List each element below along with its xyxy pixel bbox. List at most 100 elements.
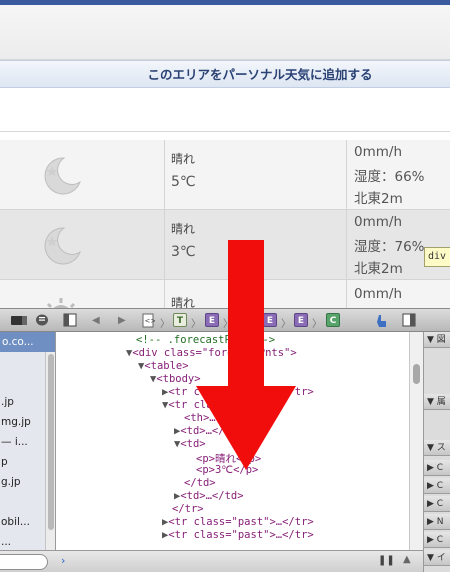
dom-node-text: </tr>	[172, 503, 204, 515]
dom-node[interactable]: ▼<tr class="past">	[162, 399, 276, 411]
add-personal-weather-button[interactable]: このエリアをパーソナル天気に追加する	[0, 60, 450, 88]
wind: 北東2m	[354, 261, 403, 277]
rainfall: 0mm/h	[354, 286, 402, 302]
styles-section-header[interactable]: ▼ 属	[424, 394, 450, 410]
dom-node[interactable]: ▶<tr class="past">…</tr>	[162, 386, 314, 398]
scroll-up-icon[interactable]: ▲	[403, 554, 411, 565]
resource-item[interactable]: obil...	[0, 516, 45, 528]
styles-section-header[interactable]: ▼ 図	[424, 332, 450, 348]
breadcrumb-separator: 〉	[160, 319, 170, 330]
forecast-weather-cell: 晴れ	[164, 280, 346, 310]
dom-node-text: <th>…</th>	[184, 412, 248, 424]
resource-item-selected[interactable]: o.co...	[0, 332, 55, 352]
pause-icon[interactable]: ❚❚	[378, 555, 395, 566]
forecast-icon-cell	[0, 210, 164, 279]
breadcrumb-element-3[interactable]: E	[294, 313, 308, 327]
dom-node[interactable]: ▼<table>	[138, 360, 189, 372]
forecast-weather-cell: 晴れ 3℃	[164, 210, 346, 279]
page: { "add_area_banner": "このエリアをパーソナル天気に追加する…	[0, 0, 450, 572]
back-arrow-icon[interactable]: ◀	[92, 315, 100, 326]
forecast-row: 晴れ 0mm/h	[0, 280, 450, 327]
styles-section-header[interactable]: ▼ イ	[424, 550, 450, 566]
dom-node-text: <p>3℃</p>	[196, 464, 259, 476]
svg-text:<>: <>	[145, 317, 156, 325]
dom-node[interactable]: ▶<td>…</td>	[174, 425, 244, 437]
weather-label: 晴れ	[171, 152, 196, 166]
rainfall: 0mm/h	[354, 144, 402, 160]
console-bar: › ❚❚ ▲	[0, 550, 423, 572]
resource-sidebar: o.co... .jp mg.jp — i... p g.jp obil......	[0, 332, 56, 550]
console-prompt[interactable]: ›	[61, 554, 65, 567]
dock-icon[interactable]	[10, 313, 28, 328]
dom-node[interactable]: ▼<tbody>	[150, 373, 201, 385]
temperature: 3℃	[171, 244, 196, 260]
breadcrumb-text-node[interactable]: C	[326, 313, 340, 327]
forecast-detail-cell: 0mm/h 湿度：76% 北東2m	[346, 210, 450, 279]
document-icon[interactable]: <>	[141, 313, 155, 328]
dom-node-text: <td>…</td>	[180, 490, 244, 502]
dom-node[interactable]: ▶<tr class="past">…</tr>	[162, 516, 314, 528]
resource-item[interactable]: mg.jp	[0, 416, 45, 428]
resource-item[interactable]: .jp	[0, 396, 45, 408]
breadcrumb-element-1[interactable]: E	[205, 313, 219, 327]
inspect-pointer-icon[interactable]	[374, 313, 390, 328]
styles-section-header[interactable]: ▶ N	[424, 514, 450, 530]
spacer	[0, 88, 450, 132]
dom-node-text: <tr class="past">	[168, 399, 276, 411]
sidebar-scrollbar[interactable]	[45, 352, 55, 550]
breadcrumb-element-2[interactable]: E	[263, 313, 277, 327]
dom-node-text: <!-- .forecastPnts -->	[136, 334, 276, 346]
humidity: 湿度：76%	[354, 239, 425, 255]
resource-item[interactable]: g.jp	[0, 476, 45, 488]
dom-node[interactable]: ▶<td>…</td>	[174, 490, 244, 502]
forecast-row: 晴れ 3℃ 0mm/h 湿度：76% 北東2m	[0, 210, 450, 280]
dom-node-text: <tr class="past">…</tr>	[168, 386, 314, 398]
scrollbar-thumb[interactable]	[48, 354, 54, 530]
dom-node-text: <tr class="past">…</tr>	[168, 529, 314, 541]
forecast-icon-cell	[0, 140, 164, 209]
scrollbar-thumb[interactable]	[413, 364, 420, 384]
inspector-toolbar: ◀ ▶ <> 〉 T 〉 E 〉 E 〉 E 〉 C	[0, 308, 450, 332]
dom-tree-panel: <!-- .forecastPnts --> ▼<div class="forec…	[56, 332, 409, 550]
dom-node[interactable]: <th>…</th>	[184, 412, 247, 424]
dom-node[interactable]: ▼<td>	[174, 438, 206, 450]
sidebar-toggle-icon[interactable]	[63, 313, 77, 328]
breadcrumb-separator: 〉	[281, 319, 291, 330]
forward-arrow-icon[interactable]: ▶	[118, 315, 126, 326]
forecast-icon-cell	[0, 280, 164, 327]
dom-node-text: <tbody>	[156, 373, 201, 385]
dom-scrollbar[interactable]	[409, 332, 423, 550]
styles-section-header[interactable]: ▶ C	[424, 496, 450, 512]
console-icon[interactable]	[34, 313, 50, 328]
dom-node-text: <tr class="past">…</tr>	[168, 516, 314, 528]
breadcrumb-table[interactable]: T	[173, 313, 187, 327]
forecast-detail-cell: 0mm/h 湿度：66% 北東2m	[346, 140, 450, 209]
styles-section-header[interactable]: ▶ C	[424, 478, 450, 494]
dom-comment-node[interactable]: <!-- .forecastPnts -->	[136, 334, 275, 346]
page-header-area	[0, 5, 450, 60]
dom-node[interactable]: </td>	[184, 477, 216, 489]
breadcrumb-separator: 〉	[312, 319, 322, 330]
dom-node-text: <div class="forecastPnts">	[132, 347, 297, 359]
search-input[interactable]	[0, 554, 48, 570]
dom-node-text: <td>	[180, 438, 206, 450]
dom-node-text: <table>	[144, 360, 189, 372]
dom-node[interactable]: ▼<div class="forecastPnts">	[126, 347, 297, 359]
forecast-row: 晴れ 5℃ 0mm/h 湿度：66% 北東2m	[0, 140, 450, 210]
temperature: 5℃	[171, 174, 196, 190]
resource-item[interactable]: ...	[0, 536, 45, 548]
humidity: 湿度：66%	[354, 169, 425, 185]
weather-label: 晴れ	[171, 222, 196, 236]
dom-node[interactable]: <p>3℃</p>	[196, 464, 258, 476]
dom-node-text: <td>…</td>	[180, 425, 244, 437]
resource-item[interactable]: — i...	[0, 436, 45, 448]
styles-section-header[interactable]: ▼ ス	[424, 440, 450, 456]
styles-section-header[interactable]: ▶ C	[424, 460, 450, 476]
breadcrumb-separator: 〉	[191, 319, 201, 330]
dom-node[interactable]: ▶<tr class="past">…</tr>	[162, 529, 314, 541]
detach-icon[interactable]	[402, 313, 416, 328]
resource-item[interactable]: p	[0, 456, 45, 468]
styles-section-header[interactable]: ▶ C	[424, 532, 450, 548]
moon-night-icon	[44, 227, 81, 265]
dom-node[interactable]: </tr>	[172, 503, 204, 515]
